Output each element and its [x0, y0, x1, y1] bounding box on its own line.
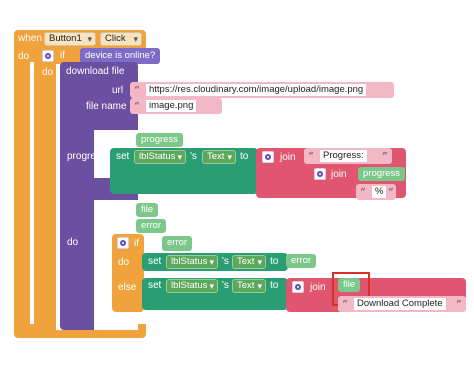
inner-do-label: do [118, 257, 130, 268]
filename-label: file name [86, 101, 127, 112]
join-inner-gear-icon[interactable] [314, 168, 326, 180]
do-label: do [67, 237, 79, 248]
set-error-value[interactable]: error [286, 254, 317, 268]
mutator-gear-icon[interactable] [42, 50, 54, 62]
progress-text-value[interactable]: Progress: [320, 150, 367, 162]
component-dropdown-lblstatus[interactable]: lblStatus [134, 150, 186, 164]
else-label: else [118, 282, 137, 293]
to-label: to [240, 151, 249, 162]
set-error-component-dropdown[interactable]: lblStatus [166, 255, 218, 269]
inner-if-gear-icon[interactable] [117, 237, 129, 249]
file-param[interactable]: file [136, 203, 159, 217]
set-complete-property-dropdown[interactable]: Text [232, 279, 266, 293]
possessive-label: 's [190, 151, 197, 162]
set-error-property-dropdown[interactable]: Text [232, 255, 266, 269]
if-do-label: do [42, 67, 54, 78]
component-dropdown-button1[interactable]: Button1 [44, 32, 96, 46]
progress-arg[interactable]: progress [358, 167, 405, 181]
download-title: download file [66, 66, 125, 77]
if-keyword: if [60, 50, 65, 61]
percent-value[interactable]: % [372, 186, 387, 198]
filename-value[interactable]: image.png [146, 100, 197, 112]
download-complete-string[interactable]: “ Download Complete ” [338, 296, 466, 312]
event-when-label: when [18, 33, 42, 44]
set-complete-component-dropdown[interactable]: lblStatus [166, 279, 218, 293]
set-complete-to: to [270, 280, 279, 291]
progress-text-string[interactable]: “ Progress: ” [304, 148, 392, 164]
filename-string[interactable]: “ image.png [130, 98, 222, 114]
event-do-label: do [18, 51, 30, 62]
event-dropdown-click[interactable]: Click [100, 32, 142, 46]
property-dropdown-text[interactable]: Text [202, 150, 236, 164]
url-value[interactable]: https://res.cloudinary.com/image/upload/… [146, 84, 367, 96]
error-condition[interactable]: error [162, 236, 193, 251]
set-error-to: to [270, 256, 279, 267]
join-label: join [280, 152, 296, 163]
join-complete-gear-icon[interactable] [292, 281, 304, 293]
error-param[interactable]: error [136, 219, 167, 233]
join-complete-label: join [310, 282, 326, 293]
percent-string[interactable]: “ % ” [356, 184, 396, 200]
download-complete-value[interactable]: Download Complete [354, 298, 446, 310]
join-gear-icon[interactable] [262, 151, 274, 163]
url-string[interactable]: “ https://res.cloudinary.com/image/uploa… [130, 82, 394, 98]
set-complete-keyword: set [148, 280, 162, 291]
set-error-keyword: set [148, 256, 162, 267]
set-keyword: set [116, 151, 130, 162]
inner-if-keyword: if [134, 238, 139, 249]
url-label: url [112, 85, 124, 96]
join-inner-label: join [331, 169, 347, 180]
set-complete-possessive: 's [222, 280, 229, 291]
progress-param[interactable]: progress [136, 133, 183, 147]
set-error-possessive: 's [222, 256, 229, 267]
